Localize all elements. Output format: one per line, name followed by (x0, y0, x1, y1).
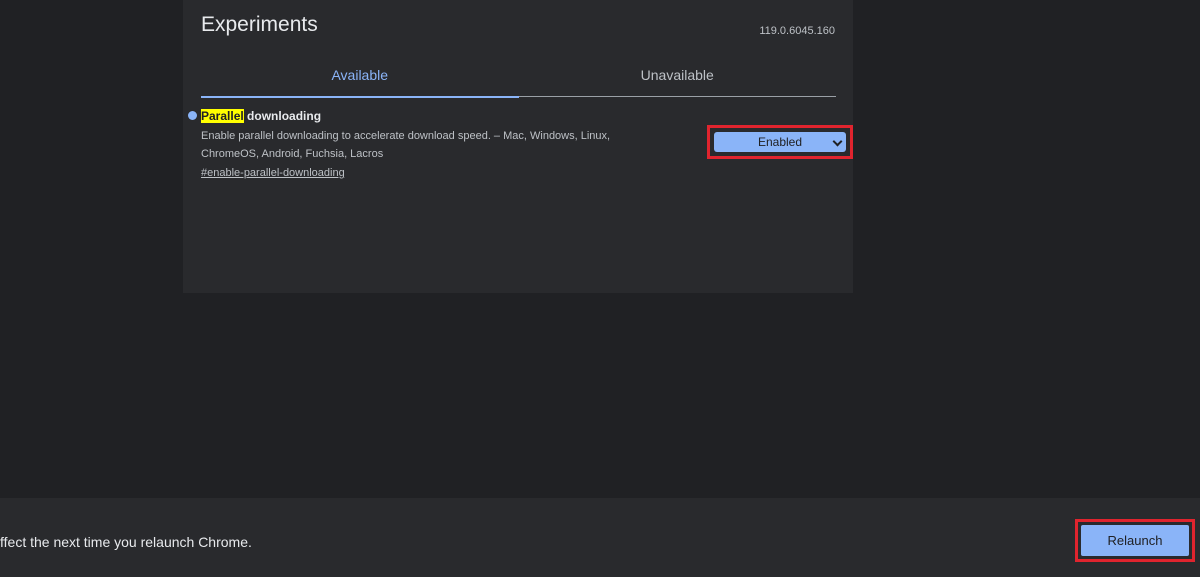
version-label: 119.0.6045.160 (759, 25, 835, 37)
tab-unavailable[interactable]: Unavailable (519, 56, 837, 96)
relaunch-message: ffect the next time you relaunch Chrome. (0, 534, 252, 550)
relaunch-bar: ffect the next time you relaunch Chrome.… (0, 498, 1200, 577)
experiment-state-select[interactable]: Enabled (714, 132, 846, 152)
experiment-item: Parallel downloading Enable parallel dow… (188, 108, 853, 181)
experiment-description: Enable parallel downloading to accelerat… (201, 130, 611, 160)
tab-available[interactable]: Available (201, 56, 519, 98)
select-value: Enabled (757, 135, 803, 149)
chevron-down-icon (832, 136, 843, 147)
modified-indicator-icon (188, 111, 197, 120)
annotation-highlight-box: Relaunch (1075, 519, 1195, 562)
experiment-name: Parallel downloading (201, 108, 836, 124)
page-title: Experiments (201, 13, 318, 36)
experiment-permalink[interactable]: #enable-parallel-downloading (201, 167, 345, 179)
tab-bar: Available Unavailable (201, 56, 837, 98)
search-highlight: Parallel (201, 109, 244, 123)
experiment-name-rest: downloading (243, 109, 322, 123)
annotation-highlight-box: Enabled (707, 125, 853, 159)
relaunch-button[interactable]: Relaunch (1081, 525, 1189, 556)
experiments-panel: Experiments 119.0.6045.160 Available Una… (183, 0, 853, 293)
